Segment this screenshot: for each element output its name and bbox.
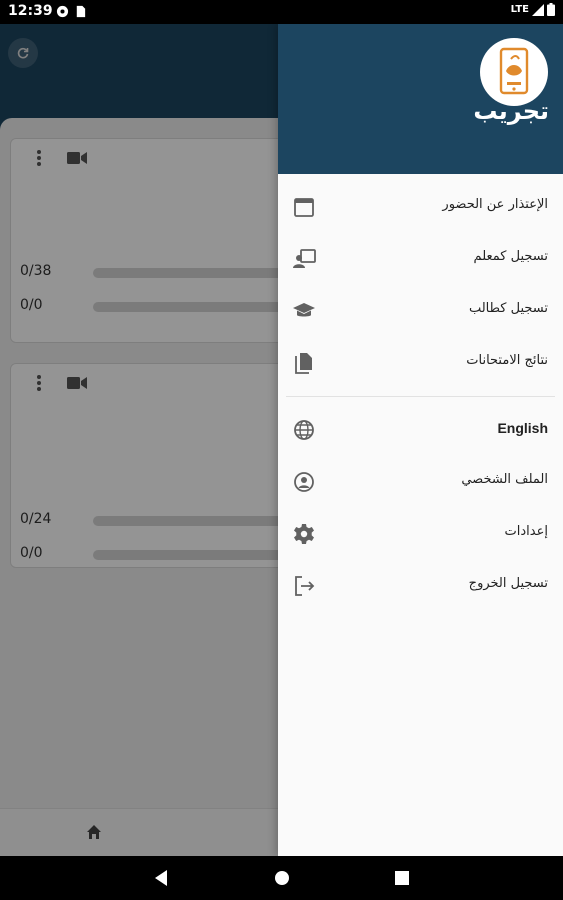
settings-icon (56, 5, 69, 18)
calendar-icon (294, 198, 314, 217)
profile-icon (294, 472, 314, 492)
menu-divider (286, 396, 555, 397)
menu-item-excuse-absence[interactable]: الإعتذار عن الحضور (278, 180, 563, 232)
menu-item-logout[interactable]: تسجيل الخروج (278, 559, 563, 611)
menu-item-register-student[interactable]: تسجيل كطالب (278, 284, 563, 336)
globe-icon (294, 420, 314, 440)
menu-item-label: تسجيل كطالب (468, 301, 548, 316)
menu-item-exam-results[interactable]: نتائج الامتحانات (278, 336, 563, 388)
network-type: LTE (510, 4, 529, 15)
gear-icon (294, 524, 314, 544)
status-time: 12:39 (8, 3, 53, 19)
menu-item-label: تسجيل الخروج (468, 576, 548, 591)
drawer-menu: الإعتذار عن الحضور تسجيل كمعلم تسجيل كطا… (278, 180, 563, 611)
drawer-header: تجريب (278, 24, 563, 174)
system-nav-bar (0, 856, 563, 900)
menu-item-label: تسجيل كمعلم (473, 249, 548, 264)
menu-item-label: نتائج الامتحانات (466, 353, 548, 368)
app-logo-icon (480, 38, 548, 106)
menu-item-language[interactable]: English (278, 403, 563, 455)
menu-item-settings[interactable]: إعدادات (278, 507, 563, 559)
menu-item-register-teacher[interactable]: تسجيل كمعلم (278, 232, 563, 284)
menu-item-label: English (497, 420, 548, 436)
menu-item-label: الإعتذار عن الحضور (442, 197, 548, 212)
status-bar: 12:39 LTE (0, 0, 563, 24)
menu-item-label: إعدادات (504, 524, 548, 539)
graduation-cap-icon (293, 303, 315, 317)
sim-card-icon (76, 5, 86, 18)
home-button-icon[interactable] (273, 869, 291, 887)
teacher-icon (293, 249, 316, 268)
menu-item-profile[interactable]: الملف الشخصي (278, 455, 563, 507)
battery-icon (547, 3, 555, 16)
recents-icon[interactable] (393, 869, 411, 887)
drawer-title: تجريب (473, 97, 549, 125)
navigation-drawer: تجريب الإعتذار عن الحضور تسجيل كمعلم تسج… (278, 24, 563, 856)
status-right: LTE (511, 3, 555, 16)
documents-icon (295, 353, 312, 374)
signal-icon (532, 3, 544, 16)
back-icon[interactable] (153, 869, 171, 887)
menu-item-label: الملف الشخصي (461, 472, 548, 487)
logout-icon (295, 576, 315, 596)
